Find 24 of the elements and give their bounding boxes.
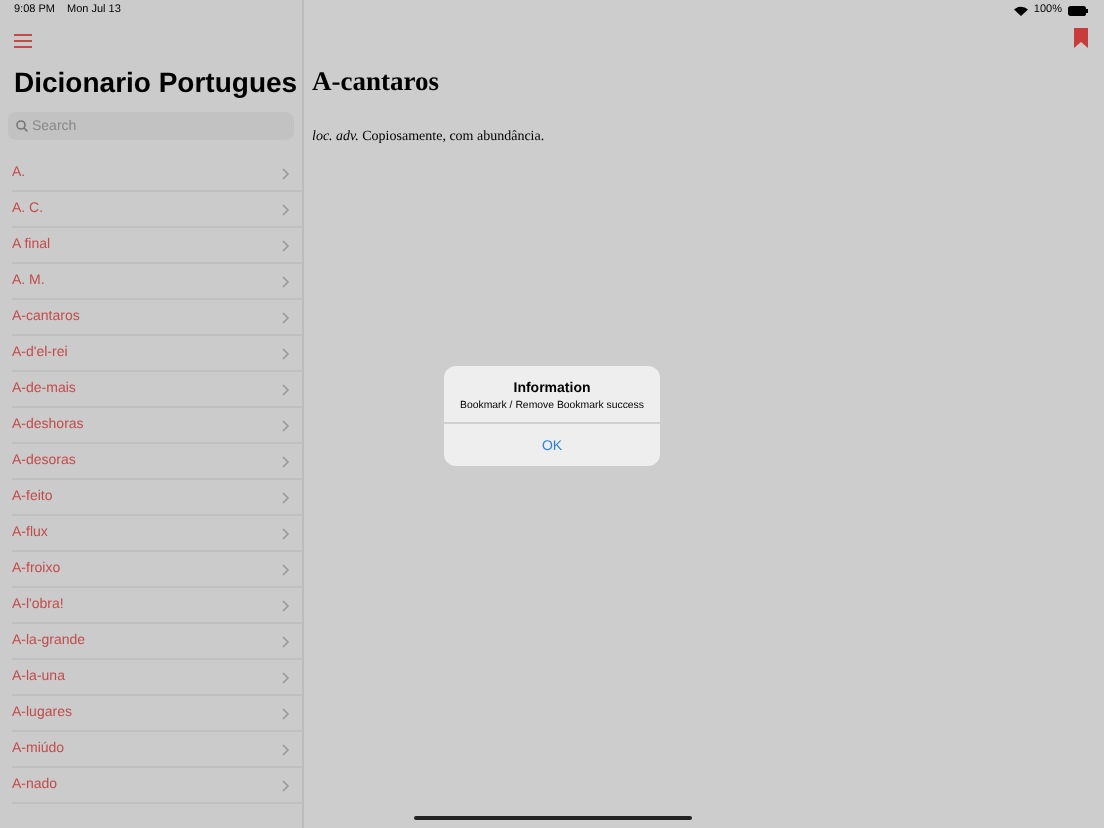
app-title: Dicionario Portugues — [14, 64, 298, 100]
bookmark-icon[interactable] — [1074, 28, 1088, 48]
chevron-icon — [282, 779, 290, 791]
chevron-icon — [282, 167, 290, 179]
battery-icon — [1068, 5, 1088, 15]
entry-title: A-cantaros — [312, 66, 441, 98]
chevron-icon — [282, 419, 290, 431]
chevron-icon — [282, 671, 290, 683]
chevron-icon — [282, 311, 290, 323]
chevron-icon — [282, 491, 290, 503]
chevron-icon — [282, 203, 290, 215]
chevron-icon — [282, 599, 290, 611]
chevron-icon — [282, 707, 290, 719]
wifi-icon — [1013, 5, 1028, 15]
chevron-icon — [282, 743, 290, 755]
chevron-icon — [282, 239, 290, 251]
menu-icon[interactable] — [14, 34, 32, 48]
chevron-icon — [282, 527, 290, 539]
chevron-icon — [282, 455, 290, 467]
chevron-icon — [282, 347, 290, 359]
chevron-icon — [282, 275, 290, 287]
chevron-icon — [282, 635, 290, 647]
chevron-icon — [282, 563, 290, 575]
chevron-icon — [282, 383, 290, 395]
